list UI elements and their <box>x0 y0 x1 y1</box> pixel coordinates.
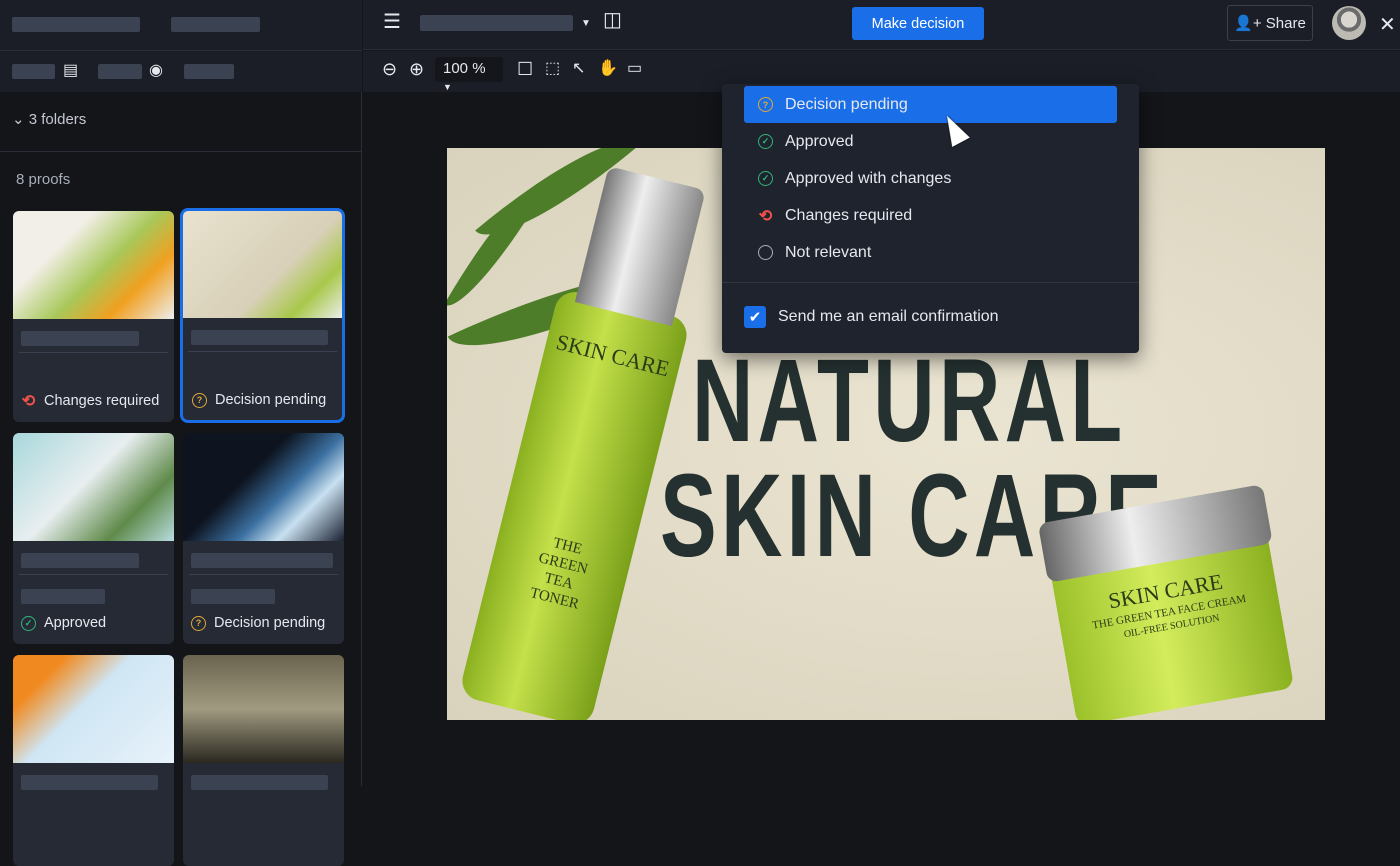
status-badge: ⟲ Changes required <box>21 393 160 410</box>
empty-circle-icon <box>758 245 773 260</box>
status-label: Decision pending <box>215 392 327 408</box>
check-circle-icon: ✓ <box>758 171 773 186</box>
question-icon: ? <box>191 615 206 631</box>
status-label: Approved <box>44 615 107 631</box>
proof-thumbnail <box>182 210 343 318</box>
close-icon[interactable]: ✕ <box>1379 12 1396 37</box>
caret-down-icon[interactable]: ▼ <box>581 16 591 32</box>
placeholder-subtitle <box>171 17 260 32</box>
option-approved[interactable]: ✓ Approved <box>744 123 1117 160</box>
zoom-value: 100 % <box>443 60 486 77</box>
proof-thumbnail <box>13 211 174 319</box>
caret-down-icon: ▼ <box>443 82 452 92</box>
decision-dropdown: ? Decision pending ✓ Approved ✓ Approved wi… <box>722 84 1139 353</box>
option-approved-with-changes[interactable]: ✓ Approved with changes <box>744 160 1117 197</box>
toner-bottle: SKIN CARE THE GREEN TEA TONER <box>458 166 706 720</box>
proof-card[interactable]: ? Decision pending <box>183 433 344 644</box>
email-confirmation-checkbox[interactable]: ✔ Send me an email confirmation <box>744 306 999 328</box>
zoom-area-icon[interactable]: ⬚ <box>545 61 560 77</box>
eye-icon[interactable]: ◉ <box>149 63 163 79</box>
status-badge: ? Decision pending <box>191 615 325 631</box>
proof-card[interactable] <box>183 655 344 866</box>
avatar[interactable] <box>1332 6 1366 40</box>
menu-icon[interactable]: ☰ <box>383 12 401 32</box>
bottle-sub: THE GREEN TEA TONER <box>528 535 590 613</box>
email-label: Send me an email confirmation <box>778 308 999 325</box>
folders-toggle[interactable]: ⌄ 3 folders <box>12 110 86 128</box>
sidebar: ▤ ◉ ⌄ 3 folders 8 proofs ⟲ Changes requir… <box>0 0 362 866</box>
proof-thumbnail <box>183 655 344 763</box>
question-icon: ? <box>758 97 773 112</box>
add-user-icon: 👤+ <box>1234 15 1262 32</box>
changes-required-icon: ⟲ <box>21 393 36 410</box>
proof-thumbnail <box>13 433 174 541</box>
proof-card[interactable] <box>13 655 174 866</box>
hand-icon[interactable]: ✋ <box>598 61 618 77</box>
option-label: Not relevant <box>785 243 872 261</box>
proof-card-selected[interactable]: ? Decision pending <box>180 208 345 423</box>
placeholder-tab[interactable] <box>98 64 142 79</box>
option-label: Decision pending <box>785 95 908 113</box>
status-label: Decision pending <box>214 615 326 631</box>
cream-jar: SKIN CARE THE GREEN TEA FACE CREAM OIL-F… <box>1037 484 1295 720</box>
proof-card[interactable]: ✓ Approved <box>13 433 174 644</box>
option-label: Approved with changes <box>785 169 952 187</box>
layout-icon[interactable]: ▤ <box>63 63 78 79</box>
share-label: Share <box>1265 15 1306 32</box>
question-icon: ? <box>192 392 207 408</box>
status-label: Changes required <box>44 393 160 409</box>
ruler-icon[interactable]: ▭ <box>627 61 642 77</box>
option-not-relevant[interactable]: Not relevant <box>744 234 1117 271</box>
proof-card[interactable]: ⟲ Changes required <box>13 211 174 422</box>
placeholder-tab[interactable] <box>12 64 55 79</box>
proof-thumbnail <box>13 655 174 763</box>
option-changes-required[interactable]: ⟲ Changes required <box>744 197 1117 234</box>
option-decision-pending[interactable]: ? Decision pending <box>744 86 1117 123</box>
rectangle-icon[interactable]: ☐ <box>517 60 533 78</box>
zoom-in-icon[interactable]: ⊕ <box>409 60 424 78</box>
status-badge: ✓ Approved <box>21 615 106 631</box>
chevron-down-icon: ⌄ <box>12 111 25 128</box>
placeholder-tab[interactable] <box>184 64 234 79</box>
sidebar-header: ▤ ◉ <box>0 0 362 92</box>
check-circle-icon: ✓ <box>21 615 36 631</box>
placeholder-title <box>12 17 140 32</box>
zoom-select[interactable]: 100 % ▼ <box>435 57 503 92</box>
checkbox-checked-icon: ✔ <box>744 306 766 328</box>
placeholder-proof-name[interactable] <box>420 15 573 31</box>
changes-required-icon: ⟲ <box>758 207 773 225</box>
share-button[interactable]: 👤+ Share <box>1227 5 1313 41</box>
option-label: Changes required <box>785 206 913 224</box>
proofs-count: 8 proofs <box>16 171 71 188</box>
make-decision-button[interactable]: Make decision <box>852 7 984 40</box>
bottle-label: SKIN CARE <box>553 329 672 382</box>
compare-icon[interactable]: ◫ <box>603 10 622 30</box>
zoom-out-icon[interactable]: ⊖ <box>382 60 397 78</box>
check-circle-icon: ✓ <box>758 134 773 149</box>
folders-label: 3 folders <box>28 111 87 128</box>
option-label: Approved <box>785 132 854 150</box>
pointer-icon[interactable]: ↖ <box>572 61 585 77</box>
proof-thumbnail <box>183 433 344 541</box>
status-badge: ? Decision pending <box>192 392 326 408</box>
